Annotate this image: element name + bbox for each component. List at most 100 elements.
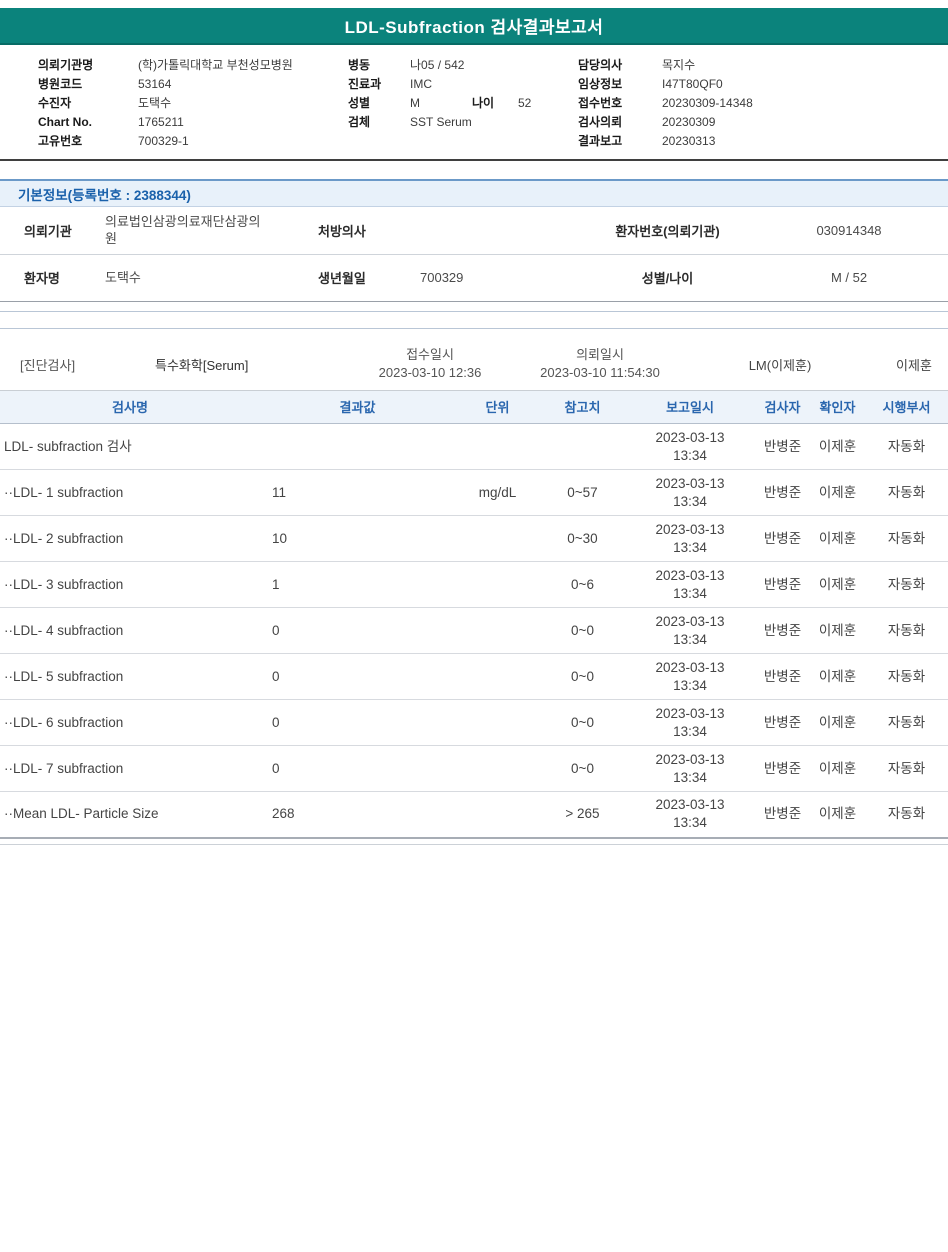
report-time: 13:34: [625, 677, 755, 695]
tester-name: 반병준: [755, 562, 810, 608]
col-header-unit: 단위: [455, 391, 540, 424]
report-date: 2023-03-13: [625, 659, 755, 677]
field-value: M: [410, 95, 456, 111]
report-datetime: 2023-03-13 13:34: [625, 424, 755, 470]
test-ref: > 265: [540, 792, 625, 838]
field-value: 도택수: [100, 254, 295, 301]
test-name: LDL- subfraction 검사: [0, 424, 260, 470]
header-column-right: 담당의사 목지수 임상정보 I47T80QF0 접수번호 20230309-14…: [578, 57, 948, 149]
field-value: 20230309-14348: [662, 95, 753, 111]
receipt-datetime: 2023-03-10 12:36: [340, 364, 520, 382]
request-datetime: 2023-03-10 11:54:30: [520, 364, 680, 382]
receipt-label: 접수일시: [340, 346, 520, 364]
result-row: ··LDL- 7 subfraction 0 0~0 2023-03-13 13…: [0, 746, 948, 792]
field-label: 의뢰기관명: [38, 57, 138, 73]
report-datetime: 2023-03-13 13:34: [625, 792, 755, 838]
field-label: 성별/나이: [585, 254, 750, 301]
confirmer-name: 이제훈: [810, 746, 865, 792]
report-title: LDL-Subfraction 검사결과보고서: [345, 13, 604, 38]
field-value: 20230313: [662, 133, 715, 149]
dept-name: 자동화: [865, 700, 948, 746]
table-end-divider: [0, 844, 948, 845]
tester-name: 반병준: [755, 746, 810, 792]
result-row: ··LDL- 5 subfraction 0 0~0 2023-03-13 13…: [0, 654, 948, 700]
field-value: (학)가톨릭대학교 부천성모병원: [138, 57, 293, 73]
field-label: 환자번호(의뢰기관): [585, 207, 750, 254]
report-datetime: 2023-03-13 13:34: [625, 516, 755, 562]
result-row: LDL- subfraction 검사 2023-03-13 13:34 반병준…: [0, 424, 948, 470]
test-unit: [455, 562, 540, 608]
test-unit: [455, 654, 540, 700]
field-label: 성별: [348, 95, 410, 111]
report-datetime: 2023-03-13 13:34: [625, 562, 755, 608]
test-result: 1: [260, 562, 455, 608]
col-header-name: 검사명: [0, 391, 260, 424]
dept-name: 자동화: [865, 608, 948, 654]
test-ref: 0~30: [540, 516, 625, 562]
tester-name: 반병준: [755, 516, 810, 562]
field-label: 처방의사: [295, 207, 405, 254]
dept-name: 자동화: [865, 424, 948, 470]
dept-name: 자동화: [865, 746, 948, 792]
tester-name: 반병준: [755, 654, 810, 700]
field-label: 병동: [348, 57, 410, 73]
header-field: 결과보고 20230313: [578, 133, 948, 149]
test-unit: [455, 424, 540, 470]
tester-name: 반병준: [755, 792, 810, 838]
field-label: 진료과: [348, 76, 410, 92]
test-unit: mg/dL: [455, 470, 540, 516]
test-result: 0: [260, 654, 455, 700]
field-value: 700329: [405, 254, 585, 301]
test-meta-row: [진단검사] 특수화학[Serum] 접수일시 2023-03-10 12:36…: [0, 339, 948, 391]
section-title: 기본정보(등록번호 : 2388344): [18, 184, 191, 204]
field-value: 나05 / 542: [410, 57, 464, 73]
test-ref: 0~0: [540, 608, 625, 654]
request-datetime-block: 의뢰일시 2023-03-10 11:54:30: [520, 346, 680, 382]
header-column-left: 의뢰기관명 (학)가톨릭대학교 부천성모병원 병원코드 53164 수진자 도택…: [38, 57, 348, 149]
field-value: [405, 207, 585, 254]
header-column-middle: 병동 나05 / 542 진료과 IMC 성별 M 나이 52 검체 SST S…: [348, 57, 578, 149]
result-row: ··Mean LDL- Particle Size 268 > 265 2023…: [0, 792, 948, 838]
header-field: 진료과 IMC: [348, 76, 578, 92]
tester-name: 반병준: [755, 608, 810, 654]
field-label: Chart No.: [38, 114, 138, 130]
confirmer-name: 이제훈: [810, 792, 865, 838]
field-value: 의료법인삼광의료재단삼광의원: [100, 207, 295, 254]
field-value: I47T80QF0: [662, 76, 723, 92]
report-time: 13:34: [625, 631, 755, 649]
field-label: 임상정보: [578, 76, 662, 92]
header-field: 병원코드 53164: [38, 76, 348, 92]
result-row: ··LDL- 4 subfraction 0 0~0 2023-03-13 13…: [0, 608, 948, 654]
test-result: 11: [260, 470, 455, 516]
results-header-row: 검사명 결과값 단위 참고치 보고일시 검사자 확인자 시행부서: [0, 391, 948, 424]
test-name: ··LDL- 1 subfraction: [0, 470, 260, 516]
result-row: ··LDL- 3 subfraction 1 0~6 2023-03-13 13…: [0, 562, 948, 608]
test-name: ··LDL- 5 subfraction: [0, 654, 260, 700]
col-header-report: 보고일시: [625, 391, 755, 424]
header-field: 성별 M 나이 52: [348, 95, 578, 111]
receipt-datetime-block: 접수일시 2023-03-10 12:36: [340, 346, 520, 382]
report-date: 2023-03-13: [625, 613, 755, 631]
test-name: ··LDL- 7 subfraction: [0, 746, 260, 792]
report-time: 13:34: [625, 493, 755, 511]
test-ref: 0~0: [540, 654, 625, 700]
test-unit: [455, 746, 540, 792]
test-result: [260, 424, 455, 470]
test-result: 0: [260, 700, 455, 746]
result-row: ··LDL- 2 subfraction 10 0~30 2023-03-13 …: [0, 516, 948, 562]
confirmer-name: 이제훈: [810, 700, 865, 746]
report-datetime: 2023-03-13 13:34: [625, 470, 755, 516]
header-field: 고유번호 700329-1: [38, 133, 348, 149]
confirmer-name: 이제훈: [810, 654, 865, 700]
report-date: 2023-03-13: [625, 705, 755, 723]
field-label: 나이: [472, 95, 518, 111]
field-value: M / 52: [750, 254, 948, 301]
confirmer-name: 이제훈: [810, 470, 865, 516]
section-divider: [0, 311, 948, 329]
confirmer-name: 이제훈: [810, 608, 865, 654]
report-time: 13:34: [625, 814, 755, 832]
field-label: 병원코드: [38, 76, 138, 92]
test-result: 0: [260, 746, 455, 792]
field-label: 고유번호: [38, 133, 138, 149]
header-field: 검사의뢰 20230309: [578, 114, 948, 130]
